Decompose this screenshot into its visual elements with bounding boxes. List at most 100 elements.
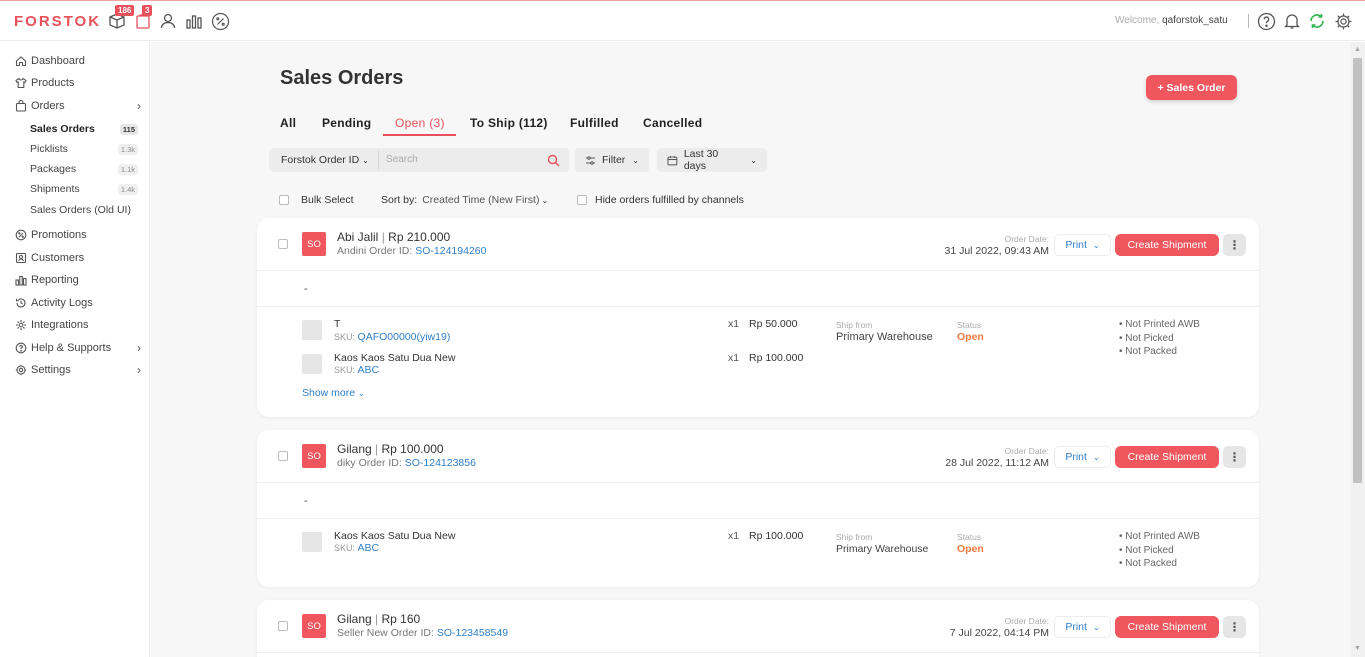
tab-all[interactable]: All — [280, 116, 296, 130]
order-id-link[interactable]: SO-124123856 — [405, 457, 476, 469]
order-amount: Rp 210.000 — [388, 230, 451, 244]
sync-icon[interactable] — [1306, 10, 1328, 32]
sidebar-item-reporting[interactable]: Reporting — [15, 274, 141, 286]
sidebar-subitem-packages[interactable]: Packages 1.1k — [30, 163, 138, 175]
sidebar-subitem-label: Sales Orders — [30, 123, 95, 135]
product-name: Kaos Kaos Satu Dua New — [334, 530, 456, 542]
date-range-button[interactable]: Last 30 days ⌄ — [657, 148, 767, 172]
flag-item: • Not Picked — [1119, 332, 1174, 344]
search-field-select[interactable]: Forstok Order ID ⌄ — [281, 154, 369, 166]
help-icon[interactable] — [1255, 10, 1277, 32]
product-sku: SKU: QAFO00000(yiw19) — [334, 331, 450, 343]
sidebar-item-dashboard[interactable]: Dashboard — [15, 55, 141, 67]
search-input[interactable]: Search — [386, 154, 418, 165]
search-bar: Forstok Order ID ⌄ Search — [269, 148, 569, 172]
sidebar-item-integrations[interactable]: Integrations — [15, 319, 141, 331]
page-title: Sales Orders — [280, 67, 404, 89]
order-id-link[interactable]: SO-124194260 — [415, 245, 486, 257]
more-options-icon[interactable]: ⋮ — [1223, 616, 1246, 638]
product-sku: SKU: ABC — [334, 364, 379, 376]
sidebar-item-orders[interactable]: Orders › — [15, 99, 141, 113]
order-sub: diky Order ID: SO-124123856 — [337, 457, 476, 469]
flag-item: • Not Printed AWB — [1119, 319, 1200, 330]
bell-icon[interactable] — [1281, 10, 1303, 32]
more-options-icon[interactable]: ⋮ — [1223, 234, 1246, 256]
gear-icon — [15, 364, 27, 376]
sidebar-subitem-picklists[interactable]: Picklists 1.3k — [30, 143, 138, 155]
scroll-down-arrow[interactable]: ▼ — [1353, 645, 1362, 655]
sidebar-item-activity-logs[interactable]: Activity Logs — [15, 297, 141, 309]
sidebar-subitem-label: Sales Orders (Old UI) — [30, 204, 131, 216]
order-id-link[interactable]: SO-123458549 — [437, 627, 508, 639]
order-customer: Gilang | Rp 160 — [337, 612, 421, 626]
sidebar-subitem-sales-orders[interactable]: Sales Orders 115 — [30, 123, 138, 135]
tab-cancelled[interactable]: Cancelled — [643, 116, 702, 130]
search-field-label: Forstok Order ID — [281, 154, 360, 166]
print-button[interactable]: Print ⌄ — [1054, 234, 1111, 256]
order-date-label: Order Date: — [1004, 616, 1049, 626]
product-thumbnail — [302, 354, 322, 374]
show-more-link[interactable]: Show more ⌄ — [302, 387, 365, 399]
scrollbar-thumb[interactable] — [1353, 58, 1362, 483]
sku-link[interactable]: QAFO00000(yiw19) — [358, 331, 451, 343]
tab-pending[interactable]: Pending — [322, 116, 371, 130]
status-badge: Open — [957, 331, 984, 343]
more-options-icon[interactable]: ⋮ — [1223, 446, 1246, 468]
order-date: 31 Jul 2022, 09:43 AM — [944, 245, 1050, 257]
user-icon[interactable] — [157, 10, 179, 32]
forstok-logo[interactable]: FORSTOK — [14, 13, 101, 30]
percent-icon[interactable] — [209, 10, 231, 32]
create-shipment-button[interactable]: Create Shipment — [1115, 616, 1219, 638]
sku-link[interactable]: ABC — [358, 364, 380, 376]
add-sales-order-button[interactable]: + Sales Order — [1146, 75, 1237, 100]
scroll-up-arrow[interactable]: ▲ — [1353, 46, 1362, 56]
store-icon[interactable]: 3 — [132, 5, 154, 32]
shirt-icon — [15, 77, 27, 89]
chevron-down-icon: ⌄ — [632, 155, 639, 165]
sku-label: SKU: — [334, 543, 356, 553]
chevron-down-icon: ⌄ — [750, 155, 757, 165]
search-icon[interactable] — [547, 154, 560, 167]
show-more-label: Show more — [302, 387, 356, 399]
hide-fulfilled-toggle[interactable]: Hide orders fulfilled by channels — [577, 194, 744, 206]
hide-fulfilled-checkbox[interactable] — [577, 195, 587, 205]
divider — [257, 482, 1259, 483]
create-shipment-button[interactable]: Create Shipment — [1115, 234, 1219, 256]
sku-link[interactable]: ABC — [358, 542, 380, 554]
sidebar-subitem-shipments[interactable]: Shipments 1.4k — [30, 183, 138, 195]
order-customer: Gilang | Rp 100.000 — [337, 442, 444, 456]
create-shipment-button[interactable]: Create Shipment — [1115, 446, 1219, 468]
bulk-select-checkbox[interactable] — [279, 195, 289, 205]
print-button[interactable]: Print ⌄ — [1054, 616, 1111, 638]
sidebar-subitem-sales-orders-old-ui[interactable]: Sales Orders (Old UI) — [30, 204, 138, 216]
order-checkbox[interactable] — [278, 451, 288, 461]
chart-icon[interactable] — [183, 10, 205, 32]
sort-dropdown[interactable]: Sort by: Created Time (New First) ⌄ — [381, 194, 548, 206]
tab-to-ship[interactable]: To Ship (112) — [470, 116, 548, 130]
order-amount: Rp 160 — [381, 612, 421, 626]
bulk-select-label: Bulk Select — [301, 194, 354, 206]
count-badge: 115 — [119, 123, 138, 135]
sidebar-item-promotions[interactable]: Promotions — [15, 229, 141, 241]
order-checkbox[interactable] — [278, 239, 288, 249]
divider — [1248, 14, 1249, 28]
username[interactable]: qaforstok_satu — [1162, 15, 1228, 26]
filter-button[interactable]: Filter ⌄ — [575, 148, 649, 172]
sidebar-item-customers[interactable]: Customers — [15, 252, 141, 264]
bulk-select[interactable]: Bulk Select — [279, 194, 354, 206]
chevron-down-icon: ⌄ — [362, 156, 369, 165]
gear-icon[interactable] — [1332, 10, 1354, 32]
box-icon[interactable]: 186 — [106, 5, 135, 32]
order-amount: Rp 100.000 — [381, 442, 444, 456]
order-checkbox[interactable] — [278, 621, 288, 631]
order-date-label: Order Date: — [1004, 446, 1049, 456]
sidebar-item-help-supports[interactable]: Help & Supports › — [15, 341, 141, 355]
sidebar-subitem-label: Picklists — [30, 143, 68, 155]
chevron-right-icon: › — [137, 363, 141, 377]
tab-fulfilled[interactable]: Fulfilled — [570, 116, 619, 130]
order-date: 7 Jul 2022, 04:14 PM — [949, 627, 1049, 639]
print-button[interactable]: Print ⌄ — [1054, 446, 1111, 468]
tab-open[interactable]: Open (3) — [395, 116, 445, 130]
sidebar-item-products[interactable]: Products — [15, 77, 141, 89]
sidebar-item-settings[interactable]: Settings › — [15, 363, 141, 377]
